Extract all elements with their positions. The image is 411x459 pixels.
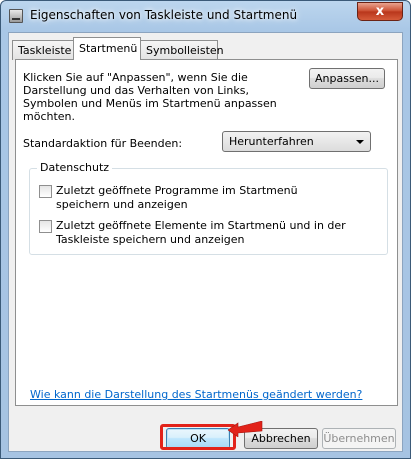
privacy-legend: Datenschutz [37, 161, 113, 174]
ok-button[interactable]: OK [166, 428, 230, 449]
taskbar-properties-icon [9, 9, 23, 23]
startmenu-description: Klicken Sie auf "Anpassen", wenn Sie die… [23, 71, 277, 123]
power-action-select[interactable]: Herunterfahren [222, 131, 371, 152]
dialog-client-area: Taskleiste Startmenü Symbolleisten Klick… [8, 32, 403, 452]
dialog-window: Eigenschaften von Taskleiste und Startme… [0, 0, 411, 459]
recent-items-checkbox[interactable] [39, 220, 52, 233]
recent-programs-label[interactable]: Zuletzt geöffnete Programme im Startmenü… [56, 184, 341, 212]
recent-items-label[interactable]: Zuletzt geöffnete Elemente im Startmenü … [56, 219, 376, 247]
recent-programs-checkbox[interactable] [39, 185, 52, 198]
close-button[interactable]: x [357, 2, 403, 21]
cancel-button[interactable]: Abbrechen [244, 428, 318, 449]
window-title: Eigenschaften von Taskleiste und Startme… [30, 8, 298, 22]
customize-button[interactable]: Anpassen... [309, 68, 385, 89]
help-link[interactable]: Wie kann die Darstellung des Startmenüs … [30, 388, 362, 401]
panel-content: Klicken Sie auf "Anpassen", wenn Sie die… [9, 33, 404, 453]
power-action-label: Standardaktion für Beenden: [23, 137, 183, 150]
chevron-down-icon [356, 140, 364, 144]
apply-button[interactable]: Übernehmen [322, 428, 396, 449]
power-action-value: Herunterfahren [229, 135, 314, 148]
title-bar[interactable]: Eigenschaften von Taskleiste und Startme… [1, 1, 410, 31]
